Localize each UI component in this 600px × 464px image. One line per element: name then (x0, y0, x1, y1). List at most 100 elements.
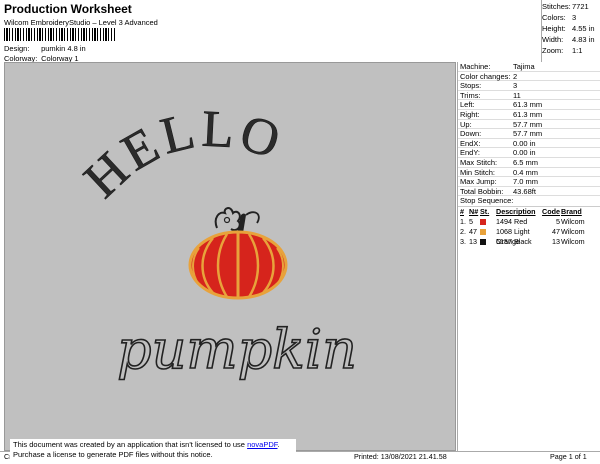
info-value: 61.3 mm (513, 109, 543, 119)
stop-sequence-title: Stop Sequence: (458, 196, 600, 208)
notice-line-1: This document was created by an applicat… (13, 440, 293, 450)
page-title: Production Worksheet (4, 2, 132, 16)
row-num: 2. (460, 227, 466, 237)
info-label: Left: (460, 100, 475, 110)
page-number: Page 1 of 1 (550, 452, 587, 461)
info-label: Down: (460, 129, 482, 139)
col-code: Code (542, 207, 560, 217)
row-stitches: 5157 (496, 237, 512, 247)
info-label: Up: (460, 119, 472, 129)
info-value: 61.3 mm (513, 100, 543, 110)
info-row: Left: 61.3 mm (458, 100, 600, 110)
row-stitches: 1068 (496, 227, 512, 237)
info-label: Color changes: (460, 71, 511, 81)
stats-panel: Stitches: 7721 Colors: 3 Height: 4.55 in Wi… (542, 1, 600, 56)
info-label: EndX: (460, 138, 481, 148)
stat-value: 3 (572, 13, 577, 22)
stat-row: Width: 4.83 in (542, 34, 600, 45)
notice-line-2: Purchase a license to generate PDF files… (13, 450, 213, 459)
stat-label: Height: (542, 24, 566, 33)
stop-sequence-header: # N# St. Description Code Brand (458, 207, 600, 217)
hello-textpath: HELLO (73, 100, 286, 209)
color-swatch (480, 229, 486, 236)
row-n: 5 (469, 217, 473, 227)
info-value: 11 (513, 90, 521, 100)
col-n: N# (469, 207, 479, 217)
stat-label: Colors: (542, 13, 566, 22)
info-row: Max Stitch: 6.5 mm (458, 158, 600, 168)
info-value: Tajima (513, 62, 535, 71)
row-num: 3. (460, 237, 466, 247)
row-num: 1. (460, 217, 466, 227)
color-swatch (480, 219, 486, 226)
info-value: 0.4 mm (513, 167, 539, 177)
stat-row: Colors: 3 (542, 12, 600, 23)
design-label: Design: (4, 44, 30, 53)
stat-row: Zoom: 1:1 (542, 45, 600, 56)
info-row: Min Stitch: 0.4 mm (458, 168, 600, 178)
pumpkin-icon (188, 207, 288, 300)
stat-value: 1:1 (572, 46, 583, 55)
info-row: Total Bobbin: 43.68ft (458, 187, 600, 197)
design-preview: HELLO pumpkin (4, 62, 456, 451)
info-row: Max Jump: 7.0 mm (458, 177, 600, 187)
info-row: Right: 61.3 mm (458, 110, 600, 120)
info-row: Machine: Tajima (458, 62, 600, 72)
table-row: 3. 13 5157 Black 13 Wilcom (458, 237, 600, 247)
info-value: 0.00 in (513, 138, 536, 148)
info-label: Stops: (460, 81, 482, 91)
table-row: 1. 5 1494 Red 5 Wilcom (458, 217, 600, 227)
stat-value: 7721 (572, 2, 589, 11)
col-st: St. (480, 207, 490, 217)
stat-row: Stitches: 7721 (542, 1, 600, 12)
info-row: EndY: 0.00 in (458, 148, 600, 158)
info-row: Up: 57.7 mm (458, 120, 600, 130)
barcode (4, 28, 116, 41)
row-stitches: 1494 (496, 217, 512, 227)
info-label: Max Stitch: (460, 157, 498, 167)
info-value: 2 (513, 71, 518, 81)
row-brand: Wilcom (561, 227, 585, 237)
pumpkin-text: pumpkin (117, 318, 357, 381)
info-value: 0.00 in (513, 148, 536, 158)
machine-info-panel: Machine: Tajima Color changes: 2 Stops: 3 T… (457, 62, 600, 451)
info-value: 57.7 mm (513, 129, 543, 139)
stat-value: 4.83 in (572, 35, 595, 44)
row-code: 13 (552, 237, 560, 247)
stat-row: Height: 4.55 in (542, 23, 600, 34)
info-value: 57.7 mm (513, 119, 543, 129)
info-value: 3 (513, 81, 518, 91)
embroidery-design: HELLO pumpkin (73, 100, 357, 382)
row-n: 13 (469, 237, 477, 247)
info-label: Machine: (460, 62, 491, 71)
row-desc-cell: 1494 Red (496, 217, 541, 227)
color-swatch (480, 239, 486, 246)
info-row: EndX: 0.00 in (458, 139, 600, 149)
hello-text: HELLO (74, 101, 291, 209)
design-value: pumkin 4.8 in (41, 44, 86, 53)
info-label: EndY: (460, 148, 481, 158)
notice-text: This document was created by an applicat… (13, 440, 248, 449)
row-description: Black (514, 237, 532, 247)
col-num: # (460, 207, 464, 217)
info-label: Trims: (460, 90, 481, 100)
row-n: 47 (469, 227, 477, 237)
row-brand: Wilcom (561, 217, 585, 227)
col-brand: Brand (561, 207, 582, 217)
info-value: 7.0 mm (513, 177, 539, 187)
novapdf-link[interactable]: novaPDF (247, 440, 277, 449)
info-value: 6.5 mm (513, 157, 539, 167)
printed-timestamp: Printed: 13/08/2021 21.41.58 (354, 452, 447, 461)
row-brand: Wilcom (561, 237, 585, 247)
info-value: 43.68ft (513, 186, 536, 196)
row-desc-cell: 5157 Black (496, 237, 541, 247)
design-row: Design: pumkin 4.8 in (4, 44, 86, 53)
info-label: Min Stitch: (460, 167, 496, 177)
info-label: Right: (460, 109, 480, 119)
row-st (480, 227, 496, 237)
row-desc-cell: 1068 Light Orange (496, 227, 541, 246)
table-row: 2. 47 1068 Light Orange 47 Wilcom (458, 227, 600, 246)
info-label: Total Bobbin: (460, 186, 504, 196)
stat-label: Width: (542, 35, 564, 44)
info-label: Max Jump: (460, 177, 497, 187)
